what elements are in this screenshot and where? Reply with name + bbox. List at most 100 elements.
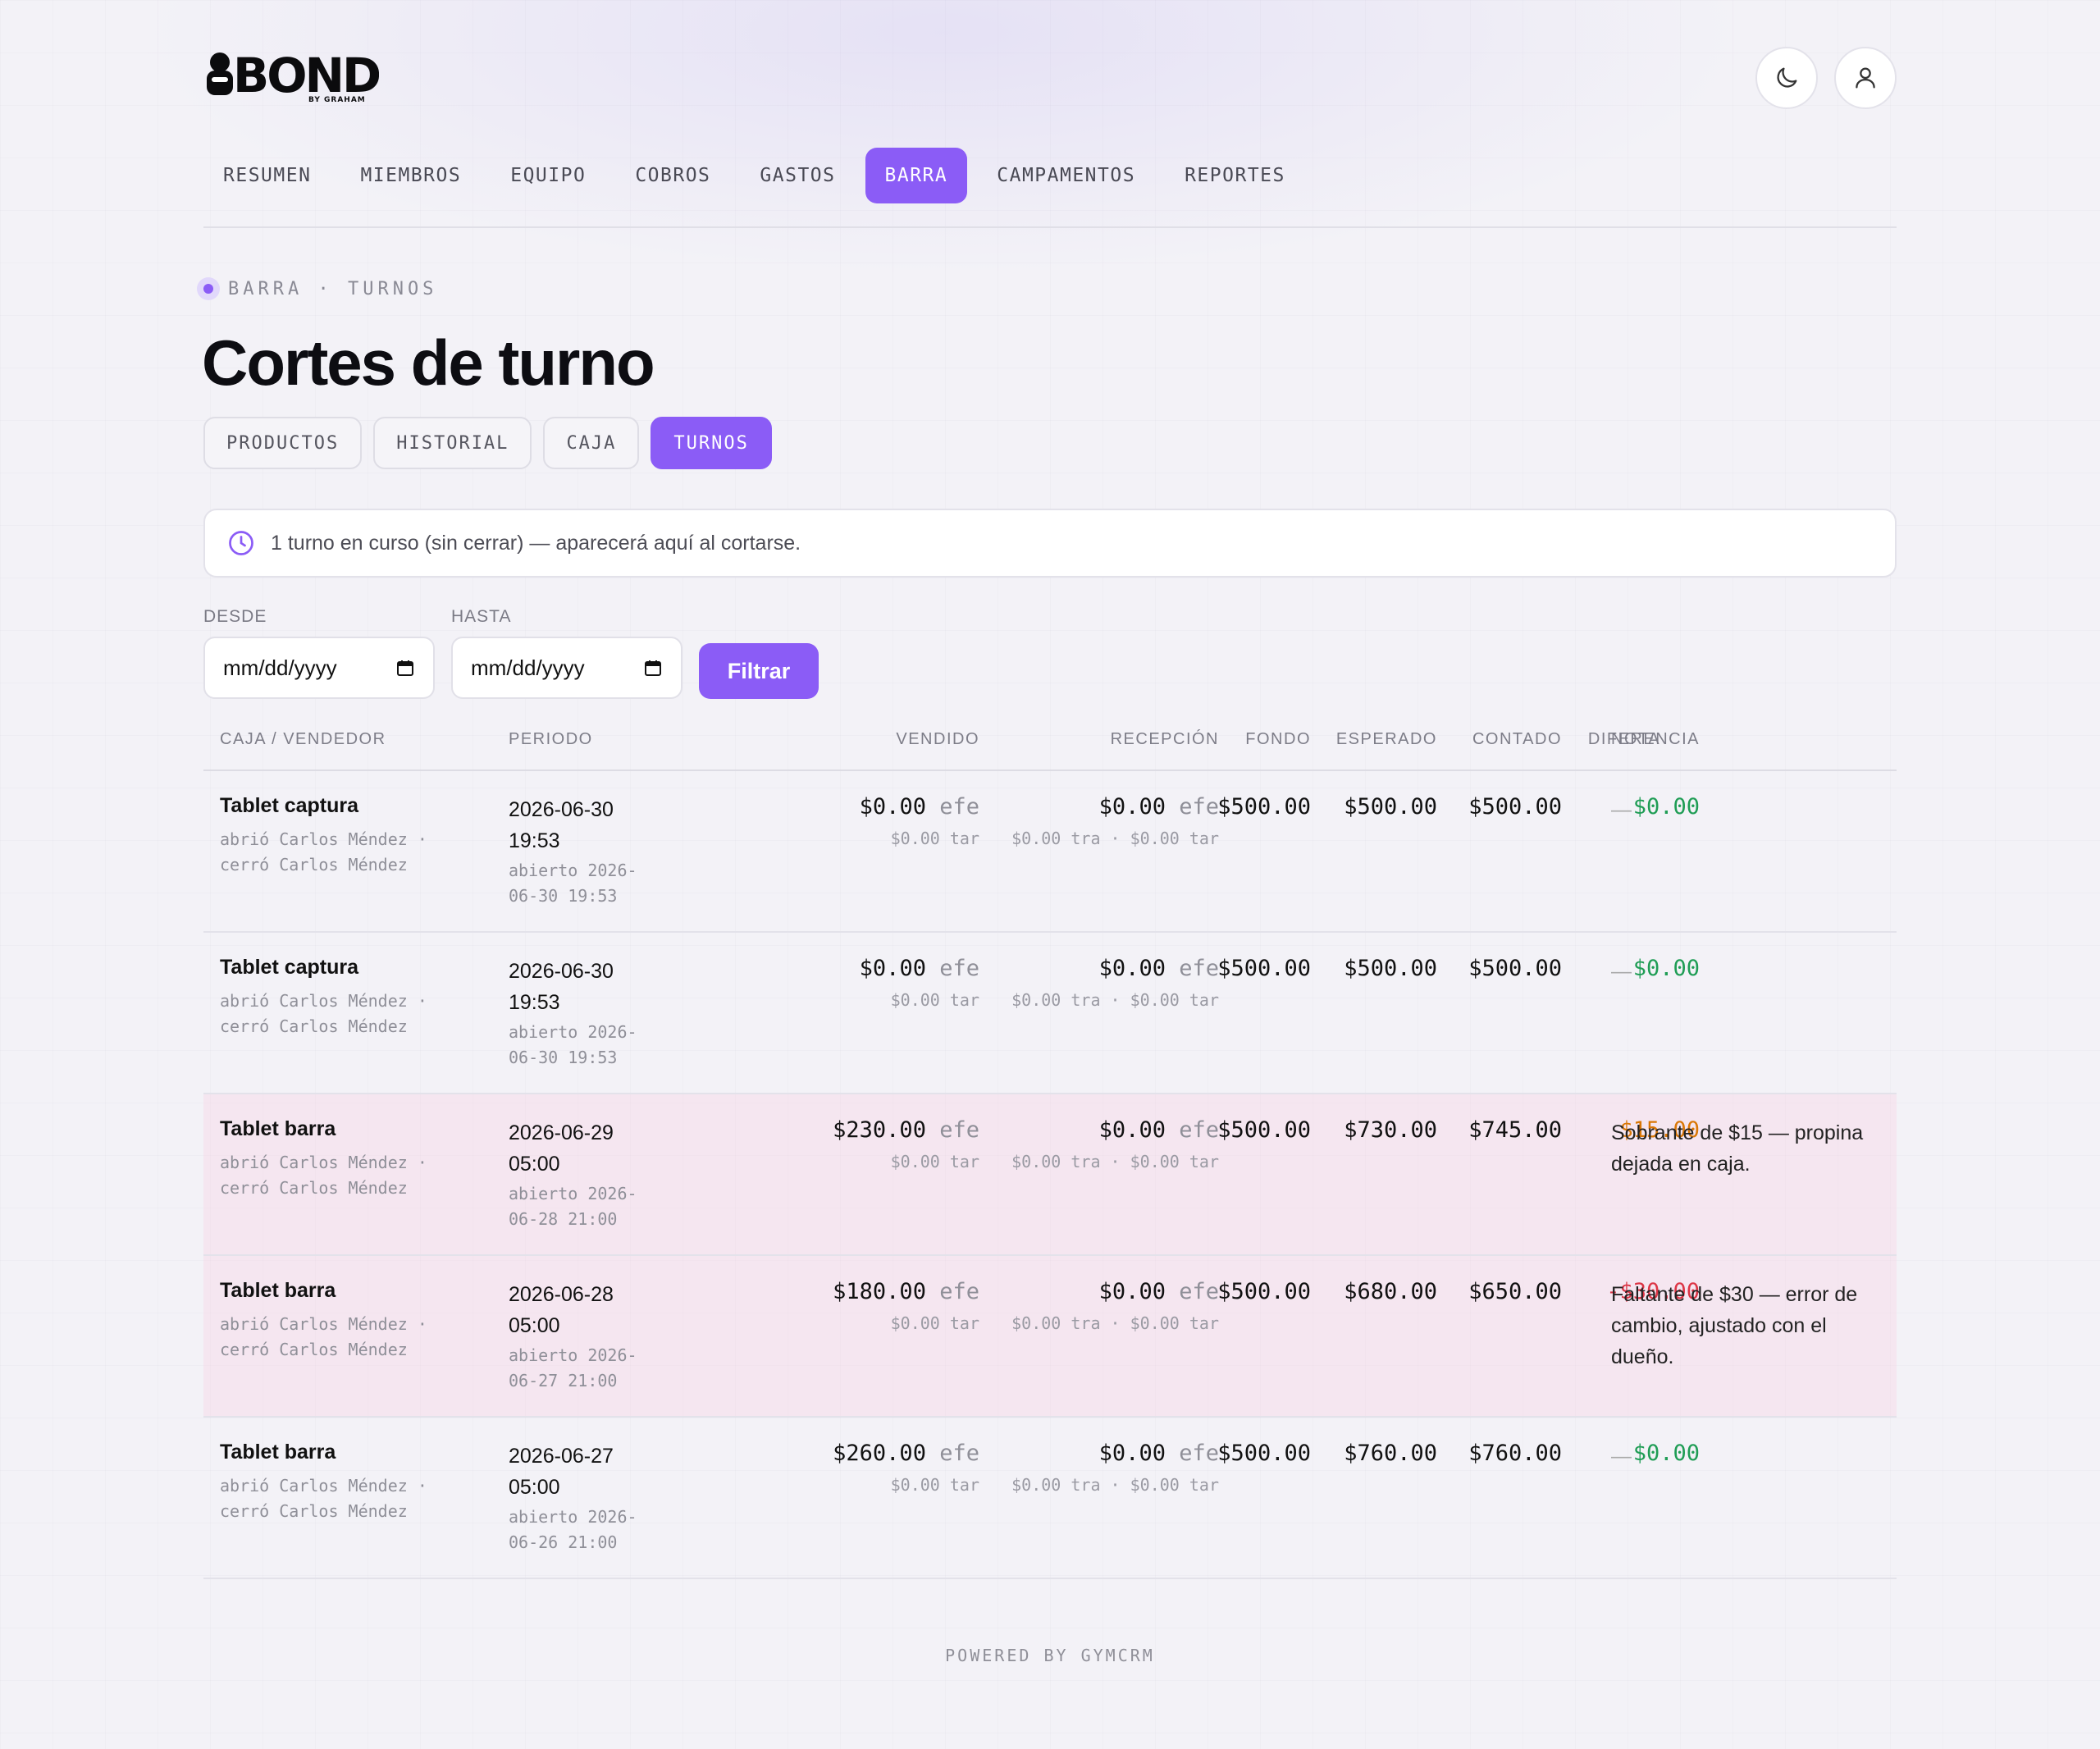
hasta-date-field[interactable]: mm/dd/yyyy (451, 637, 682, 699)
table-row[interactable]: Tablet barra abrió Carlos Méndez · cerró … (203, 1094, 1897, 1256)
row-vendedor: abrió Carlos Méndez · cerró Carlos Ménde… (220, 991, 427, 1036)
calendar-icon[interactable] (643, 658, 663, 678)
row-abierto: abierto 2026-06-28 21:00 (509, 1184, 637, 1229)
row-vendido-tar: $0.00 tar (890, 1313, 979, 1333)
table-body: Tablet captura abrió Carlos Méndez · cerr… (203, 771, 1897, 1579)
row-fondo: $500.00 (1217, 956, 1311, 981)
nav-miembros[interactable]: MIEMBROS (340, 148, 481, 203)
row-fecha: 2026-06-30 19:53 (509, 960, 614, 1014)
calendar-icon[interactable] (395, 658, 415, 678)
row-fondo: $500.00 (1217, 1117, 1311, 1143)
row-vendedor: abrió Carlos Méndez · cerró Carlos Ménde… (220, 1314, 427, 1359)
header-periodo: PERIODO (509, 730, 593, 748)
desde-date-value: mm/dd/yyyy (223, 655, 337, 680)
row-vendido: $180.00 efe (833, 1279, 979, 1304)
row-fecha: 2026-06-27 05:00 (509, 1445, 614, 1499)
row-vendido-value: $260.00 (833, 1441, 926, 1466)
table-row[interactable]: Tablet captura abrió Carlos Méndez · cerr… (203, 771, 1897, 933)
tab-caja[interactable]: CAJA (543, 417, 640, 469)
row-recepcion-sub: $0.00 tra · $0.00 tar (1011, 1152, 1219, 1171)
row-recepcion-value: $0.00 (1098, 1117, 1166, 1143)
row-abierto: abierto 2026-06-26 21:00 (509, 1507, 637, 1552)
row-contado: $745.00 (1468, 1117, 1562, 1143)
row-recepcion: $0.00 efe (1099, 794, 1219, 820)
table-row[interactable]: Tablet barra abrió Carlos Méndez · cerró … (203, 1418, 1897, 1579)
row-recepcion: $0.00 efe (1099, 1441, 1219, 1466)
row-vendido-tar: $0.00 tar (890, 990, 979, 1010)
hasta-date-value: mm/dd/yyyy (471, 655, 585, 680)
row-fecha: 2026-06-30 19:53 (509, 798, 614, 852)
row-vendido-value: $0.00 (859, 956, 926, 981)
row-recepcion-unit: efe (1179, 1441, 1219, 1466)
row-recepcion-sub: $0.00 tra · $0.00 tar (1011, 1475, 1219, 1495)
footer-powered-by: POWERED BY GYMCRM (945, 1646, 1155, 1665)
header-nota: NOTA (1611, 730, 1661, 748)
header-contado: CONTADO (1472, 730, 1562, 748)
open-shift-notice: 1 turno en curso (sin cerrar) — aparecer… (203, 509, 1897, 578)
nav-resumen[interactable]: RESUMEN (203, 148, 331, 203)
theme-toggle-button[interactable] (1755, 47, 1818, 109)
nav-gastos[interactable]: GASTOS (740, 148, 855, 203)
row-caja: Tablet captura (220, 794, 359, 817)
user-menu-button[interactable] (1834, 47, 1897, 109)
row-recepcion-unit: efe (1179, 794, 1219, 820)
table-header: CAJA / VENDEDOR PERIODO VENDIDO RECEPCIÓ… (203, 722, 1897, 771)
row-vendido-tar: $0.00 tar (890, 829, 979, 848)
header-caja: CAJA / VENDEDOR (220, 730, 386, 748)
row-caja: Tablet barra (220, 1441, 336, 1464)
row-vendido-unit: efe (939, 1279, 979, 1304)
row-vendedor: abrió Carlos Méndez · cerró Carlos Ménde… (220, 1153, 427, 1198)
row-contado: $650.00 (1468, 1279, 1562, 1304)
filter-button[interactable]: Filtrar (699, 643, 819, 699)
desde-date-field[interactable]: mm/dd/yyyy (203, 637, 435, 699)
row-recepcion-sub: $0.00 tra · $0.00 tar (1011, 990, 1219, 1010)
row-nota: Sobrante de $15 — propina dejada en caja… (1611, 1121, 1864, 1176)
nav-equipo[interactable]: EQUIPO (491, 148, 605, 203)
row-esperado: $730.00 (1344, 1117, 1437, 1143)
row-vendido: $0.00 efe (860, 794, 979, 820)
nav-cobros[interactable]: COBROS (615, 148, 730, 203)
row-vendedor: abrió Carlos Méndez · cerró Carlos Ménde… (220, 1476, 427, 1521)
row-recepcion: $0.00 efe (1099, 956, 1219, 981)
clock-icon (229, 531, 253, 555)
row-nota: — (1611, 960, 1632, 983)
row-contado: $500.00 (1468, 956, 1562, 981)
row-vendido-value: $0.00 (859, 794, 926, 820)
row-nota: — (1611, 1445, 1632, 1468)
nav-barra[interactable]: BARRA (865, 148, 968, 203)
row-esperado: $680.00 (1344, 1279, 1437, 1304)
subtabs: PRODUCTOS HISTORIAL CAJA TURNOS (203, 417, 772, 469)
tab-productos[interactable]: PRODUCTOS (203, 417, 363, 469)
row-fecha: 2026-06-29 05:00 (509, 1121, 614, 1176)
header-recepcion: RECEPCIÓN (1110, 730, 1219, 748)
row-recepcion-unit: efe (1179, 1117, 1219, 1143)
table-row[interactable]: Tablet barra abrió Carlos Méndez · cerró … (203, 1256, 1897, 1418)
row-abierto: abierto 2026-06-30 19:53 (509, 1022, 637, 1067)
row-vendido-unit: efe (939, 956, 979, 981)
nav-campamentos[interactable]: CAMPAMENTOS (977, 148, 1155, 203)
row-vendido: $260.00 efe (833, 1441, 979, 1466)
shifts-table: CAJA / VENDEDOR PERIODO VENDIDO RECEPCIÓ… (203, 722, 1897, 1579)
row-recepcion-sub: $0.00 tra · $0.00 tar (1011, 829, 1219, 848)
table-row[interactable]: Tablet captura abrió Carlos Méndez · cerr… (203, 933, 1897, 1094)
brand-logo[interactable]: BOND BY GRAHAM (202, 49, 379, 103)
row-fondo: $500.00 (1217, 1279, 1311, 1304)
row-vendido-unit: efe (939, 794, 979, 820)
row-contado: $500.00 (1468, 794, 1562, 820)
row-nota: — (1611, 798, 1632, 821)
row-vendido-tar: $0.00 tar (890, 1475, 979, 1495)
user-icon (1856, 67, 1875, 89)
header-vendido: VENDIDO (896, 730, 979, 748)
tab-turnos[interactable]: TURNOS (651, 417, 772, 469)
row-esperado: $500.00 (1344, 956, 1437, 981)
breadcrumb-text: BARRA · TURNOS (228, 278, 438, 299)
row-vendedor: abrió Carlos Méndez · cerró Carlos Ménde… (220, 829, 427, 874)
row-esperado: $500.00 (1344, 794, 1437, 820)
desde-label: DESDE (203, 607, 267, 626)
moon-icon (1777, 67, 1797, 88)
row-fondo: $500.00 (1217, 1441, 1311, 1466)
row-recepcion-unit: efe (1179, 956, 1219, 981)
nav-reportes[interactable]: REPORTES (1165, 148, 1305, 203)
tab-historial[interactable]: HISTORIAL (373, 417, 532, 469)
row-nota: Faltante de $30 — error de cambio, ajust… (1611, 1283, 1858, 1368)
